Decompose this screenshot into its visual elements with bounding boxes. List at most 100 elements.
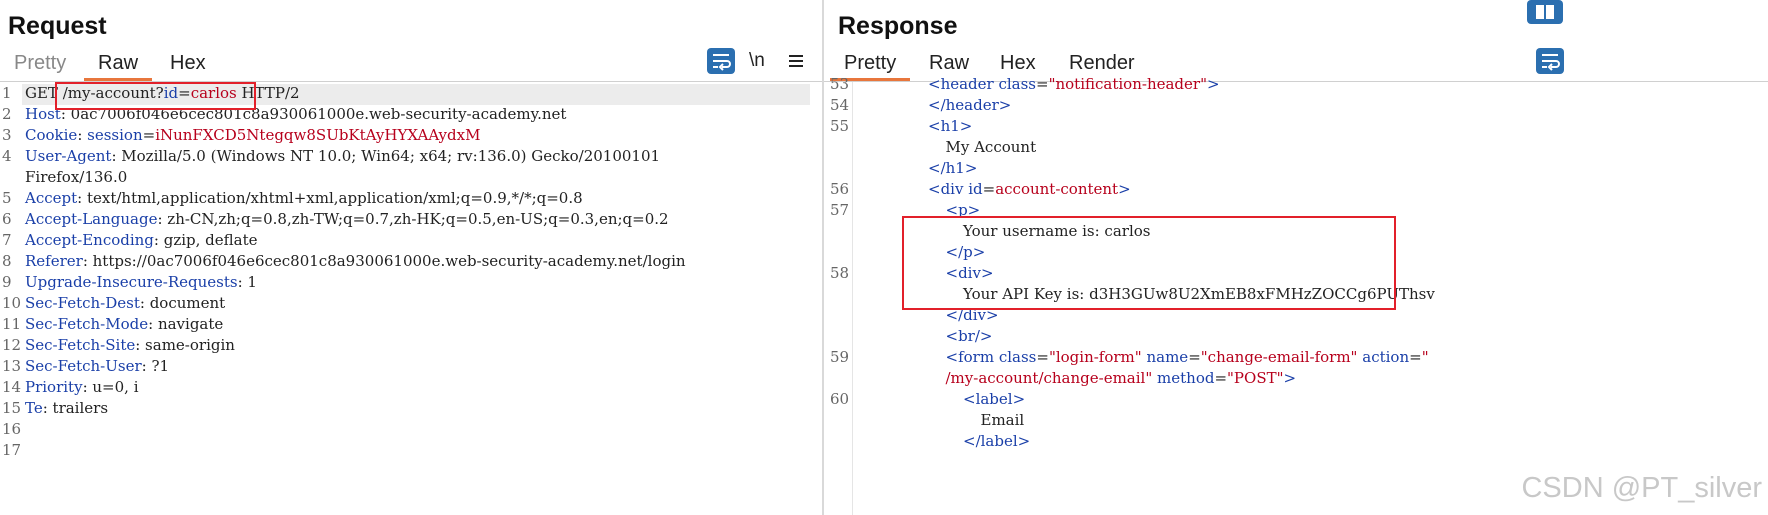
code-token: class (998, 348, 1037, 366)
code-token: > (1206, 75, 1220, 93)
wrap-icon (1542, 54, 1560, 71)
code-token: = (1036, 75, 1049, 93)
code-token: /my-account/change-email" (945, 369, 1153, 387)
code-line: My Account (946, 138, 1037, 156)
code-token: Sec-Fetch-Site (25, 336, 136, 354)
code-line: Sec-Fetch-Mode: navigate (25, 315, 223, 333)
code-line: Upgrade-Insecure-Requests: 1 (25, 273, 257, 291)
line-number: 12 (2, 336, 22, 354)
code-token: : same-origin (135, 336, 235, 354)
line-number: 17 (2, 441, 22, 459)
layout-toggle-button[interactable] (1527, 0, 1563, 24)
code-token: Referer (25, 252, 83, 270)
code-line: Accept-Language: zh-CN,zh;q=0.8,zh-TW;q=… (25, 210, 669, 228)
code-token: iNunFXCD5Ntegqw8SUbKtAyHYXAAydxM (155, 126, 481, 144)
request-title: Request (8, 12, 107, 40)
code-token: name (1146, 348, 1189, 366)
wrap-lines-button[interactable] (707, 48, 735, 74)
line-number: 57 (830, 201, 850, 219)
code-token: : u=0, i (82, 378, 139, 396)
code-token: "POST" (1227, 369, 1284, 387)
line-number: 11 (2, 315, 22, 333)
code-token: Sec-Fetch-User (25, 357, 142, 375)
request-pane: Request Pretty Raw Hex \n 1 GET /my-accou… (0, 0, 822, 515)
code-line: Accept-Encoding: gzip, deflate (25, 231, 258, 249)
tab-hex[interactable]: Hex (1000, 52, 1036, 75)
code-line: Accept: text/html,application/xhtml+xml,… (25, 189, 583, 207)
line-number: 60 (830, 390, 850, 408)
code-token: : 1 (237, 273, 257, 291)
code-token: = (1214, 369, 1228, 387)
code-token: Accept-Language (25, 210, 158, 228)
tab-render[interactable]: Render (1069, 52, 1135, 75)
code-token: "notification-header" (1048, 75, 1207, 93)
line-number: 55 (830, 117, 850, 135)
code-token: method (1157, 369, 1215, 387)
code-token: User-Agent (25, 147, 112, 165)
tab-raw[interactable]: Raw (929, 52, 969, 75)
code-token: session (87, 126, 143, 144)
line-number: 15 (2, 399, 22, 417)
code-token: account-content (995, 180, 1119, 198)
highlight-box-url (55, 82, 256, 110)
code-token: Te (25, 399, 43, 417)
code-line: Sec-Fetch-User: ?1 (25, 357, 169, 375)
code-token: id (968, 180, 983, 198)
hamburger-icon (789, 55, 803, 67)
code-token: : trailers (42, 399, 109, 417)
request-tabs: Pretty Raw Hex (0, 52, 822, 82)
line-number: 4 (2, 147, 12, 165)
code-token: : document (139, 294, 226, 312)
code-token: </h1> (928, 159, 978, 177)
line-number: 1 (2, 84, 12, 102)
code-token: : gzip, deflate (153, 231, 258, 249)
code-token: <div (928, 180, 969, 198)
code-token: "login-form" (1048, 348, 1142, 366)
code-token: <form (945, 348, 999, 366)
code-token: My Account (945, 138, 1037, 156)
code-token: </label> (963, 432, 1031, 450)
code-token: Accept (25, 189, 78, 207)
code-token: <label> (963, 390, 1026, 408)
code-token: : https://0ac7006f046e6cec801c8a93006100… (82, 252, 686, 270)
code-token: <br/> (945, 327, 993, 345)
line-number: 53 (830, 75, 850, 93)
line-number: 3 (2, 126, 12, 144)
split-view-icon (1536, 5, 1554, 19)
tab-pretty[interactable]: Pretty (14, 52, 66, 75)
code-token: : ?1 (141, 357, 170, 375)
code-line: </h1> (928, 159, 977, 177)
menu-button[interactable] (787, 52, 805, 75)
code-token: > (1283, 369, 1297, 387)
code-token: Priority (25, 378, 83, 396)
line-number: 2 (2, 105, 12, 123)
wrap-lines-button[interactable] (1536, 48, 1564, 74)
code-token: class (998, 75, 1037, 93)
code-token: = (982, 180, 996, 198)
line-number: 13 (2, 357, 22, 375)
code-token: : text/html,application/xhtml+xml,applic… (77, 189, 583, 207)
line-number: 56 (830, 180, 850, 198)
line-number: 59 (830, 348, 850, 366)
code-token: = (142, 126, 156, 144)
code-line: Sec-Fetch-Site: same-origin (25, 336, 235, 354)
code-token: Sec-Fetch-Dest (25, 294, 140, 312)
code-token: = (1409, 348, 1422, 366)
code-line: <div id=account-content> (928, 180, 1131, 198)
show-newlines-button[interactable]: \n (749, 50, 765, 72)
code-token: Upgrade-Insecure-Requests (25, 273, 238, 291)
code-line: Te: trailers (25, 399, 108, 417)
code-token: : zh-CN,zh;q=0.8,zh-TW;q=0.7,zh-HK;q=0.5… (157, 210, 669, 228)
line-number: 5 (2, 189, 12, 207)
tab-hex[interactable]: Hex (170, 52, 206, 75)
code-line: <br/> (946, 327, 993, 345)
code-line: <h1> (928, 117, 972, 135)
code-token: Cookie (25, 126, 78, 144)
code-token: : navigate (148, 315, 224, 333)
response-title: Response (838, 12, 958, 40)
line-number: 10 (2, 294, 22, 312)
code-line: Email (981, 411, 1025, 429)
tab-raw[interactable]: Raw (84, 52, 153, 81)
code-token: > (1118, 180, 1131, 198)
line-number: 8 (2, 252, 12, 270)
